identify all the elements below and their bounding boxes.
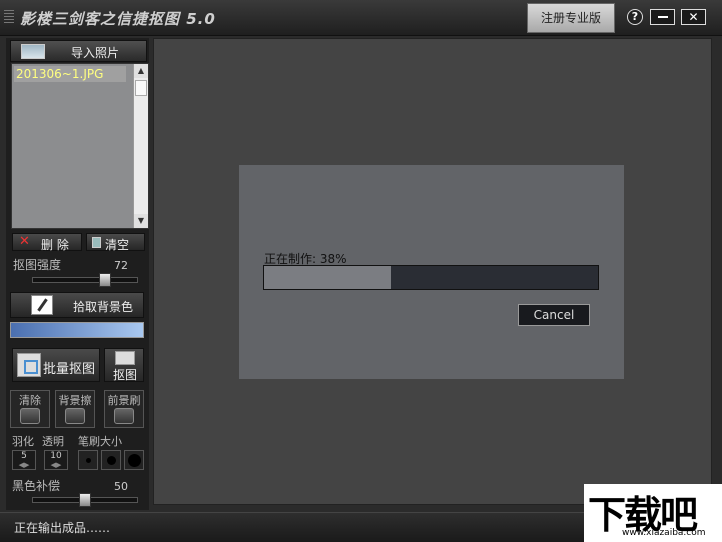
batch-icon: [17, 353, 41, 377]
erase-tool-label: 清除: [19, 394, 41, 407]
list-item[interactable]: 201306~1.JPG: [14, 66, 126, 82]
scroll-down-icon[interactable]: ▼: [134, 214, 148, 228]
title-bar[interactable]: 影楼三剑客之信捷抠图 5.0 注册专业版 ? ✕: [0, 0, 722, 36]
grip-icon[interactable]: [4, 10, 14, 24]
eyedropper-icon: [31, 295, 53, 315]
large-dot-icon: [128, 454, 141, 467]
clear-button[interactable]: 清空: [86, 233, 145, 252]
stepper-arrows-icon[interactable]: ◀▶: [45, 461, 67, 470]
delete-icon: ✕: [19, 234, 30, 249]
background-color-swatch[interactable]: [10, 322, 144, 338]
minimize-button[interactable]: [650, 9, 675, 25]
feather-label: 羽化: [12, 435, 34, 448]
delete-button[interactable]: ✕ 删 除: [12, 233, 82, 252]
cutout-button[interactable]: 抠图: [104, 348, 144, 382]
pick-background-button[interactable]: 拾取背景色: [10, 292, 144, 318]
medium-dot-icon: [107, 456, 116, 465]
watermark-url: www.xiazaiba.com: [622, 528, 706, 538]
eraser-icon: [20, 408, 40, 424]
file-list-scrollbar[interactable]: ▲ ▼: [133, 64, 148, 228]
strength-slider[interactable]: [32, 273, 138, 287]
background-erase-label: 背景擦: [58, 394, 92, 407]
foreground-brush-tool[interactable]: 前景刷: [104, 390, 144, 428]
photo-icon: [21, 44, 45, 59]
cutout-label: 抠图: [113, 368, 138, 382]
delete-label: 删 除: [41, 238, 69, 252]
background-erase-tool[interactable]: 背景擦: [55, 390, 95, 428]
black-compensation-slider-thumb[interactable]: [79, 493, 91, 507]
close-button[interactable]: ✕: [681, 9, 706, 25]
brush-size-label: 笔刷大小: [78, 435, 122, 448]
brush-size-small[interactable]: [78, 450, 98, 470]
opacity-stepper[interactable]: 10 ◀▶: [44, 450, 68, 470]
black-compensation-slider[interactable]: [32, 493, 138, 507]
progress-fill: [264, 266, 391, 289]
strength-slider-thumb[interactable]: [99, 273, 111, 287]
batch-cutout-label: 批量抠图: [43, 362, 96, 377]
foreground-brush-label: 前景刷: [107, 394, 141, 407]
batch-cutout-button[interactable]: 批量抠图: [12, 348, 100, 382]
trash-icon: [92, 237, 101, 248]
black-compensation-value: 50: [114, 480, 128, 493]
stepper-arrows-icon[interactable]: ◀▶: [13, 461, 35, 470]
import-photo-button[interactable]: 导入照片: [10, 40, 147, 62]
strength-value: 72: [114, 259, 128, 272]
cancel-button[interactable]: Cancel: [518, 304, 590, 326]
app-title: 影楼三剑客之信捷抠图 5.0: [20, 10, 216, 28]
strength-label: 抠图强度: [13, 258, 62, 272]
feather-value: 5: [21, 451, 27, 461]
pick-background-label: 拾取背景色: [73, 300, 134, 314]
import-photo-label: 导入照片: [71, 46, 120, 60]
opacity-label: 透明: [42, 435, 64, 448]
app-window: 影楼三剑客之信捷抠图 5.0 注册专业版 ? ✕ 导入照片 201306~1.J…: [0, 0, 722, 542]
clear-label: 清空: [105, 238, 130, 252]
site-watermark: 下载吧 www.xiazaiba.com: [584, 484, 722, 542]
eraser-icon: [65, 408, 85, 424]
scroll-thumb[interactable]: [135, 80, 147, 96]
erase-tool[interactable]: 清除: [10, 390, 50, 428]
brush-size-large[interactable]: [124, 450, 144, 470]
brush-size-medium[interactable]: [101, 450, 121, 470]
opacity-value: 10: [50, 451, 62, 461]
help-button[interactable]: ?: [627, 9, 643, 25]
file-list[interactable]: 201306~1.JPG ▲ ▼: [11, 63, 149, 229]
black-compensation-label: 黑色补偿: [12, 479, 61, 493]
image-canvas[interactable]: 正在制作: 38% Cancel: [153, 38, 712, 505]
left-panel: 导入照片 201306~1.JPG ▲ ▼ ✕ 删 除 清空 抠图强度 72 拾…: [6, 38, 149, 510]
progress-dialog: 正在制作: 38% Cancel: [239, 165, 624, 379]
progress-bar: [263, 265, 599, 290]
cutout-icon: [115, 351, 135, 365]
small-dot-icon: [86, 458, 91, 463]
register-button[interactable]: 注册专业版: [527, 3, 615, 33]
brush-icon: [114, 408, 134, 424]
feather-stepper[interactable]: 5 ◀▶: [12, 450, 36, 470]
status-text: 正在输出成品……: [14, 521, 111, 535]
scroll-up-icon[interactable]: ▲: [134, 64, 148, 78]
